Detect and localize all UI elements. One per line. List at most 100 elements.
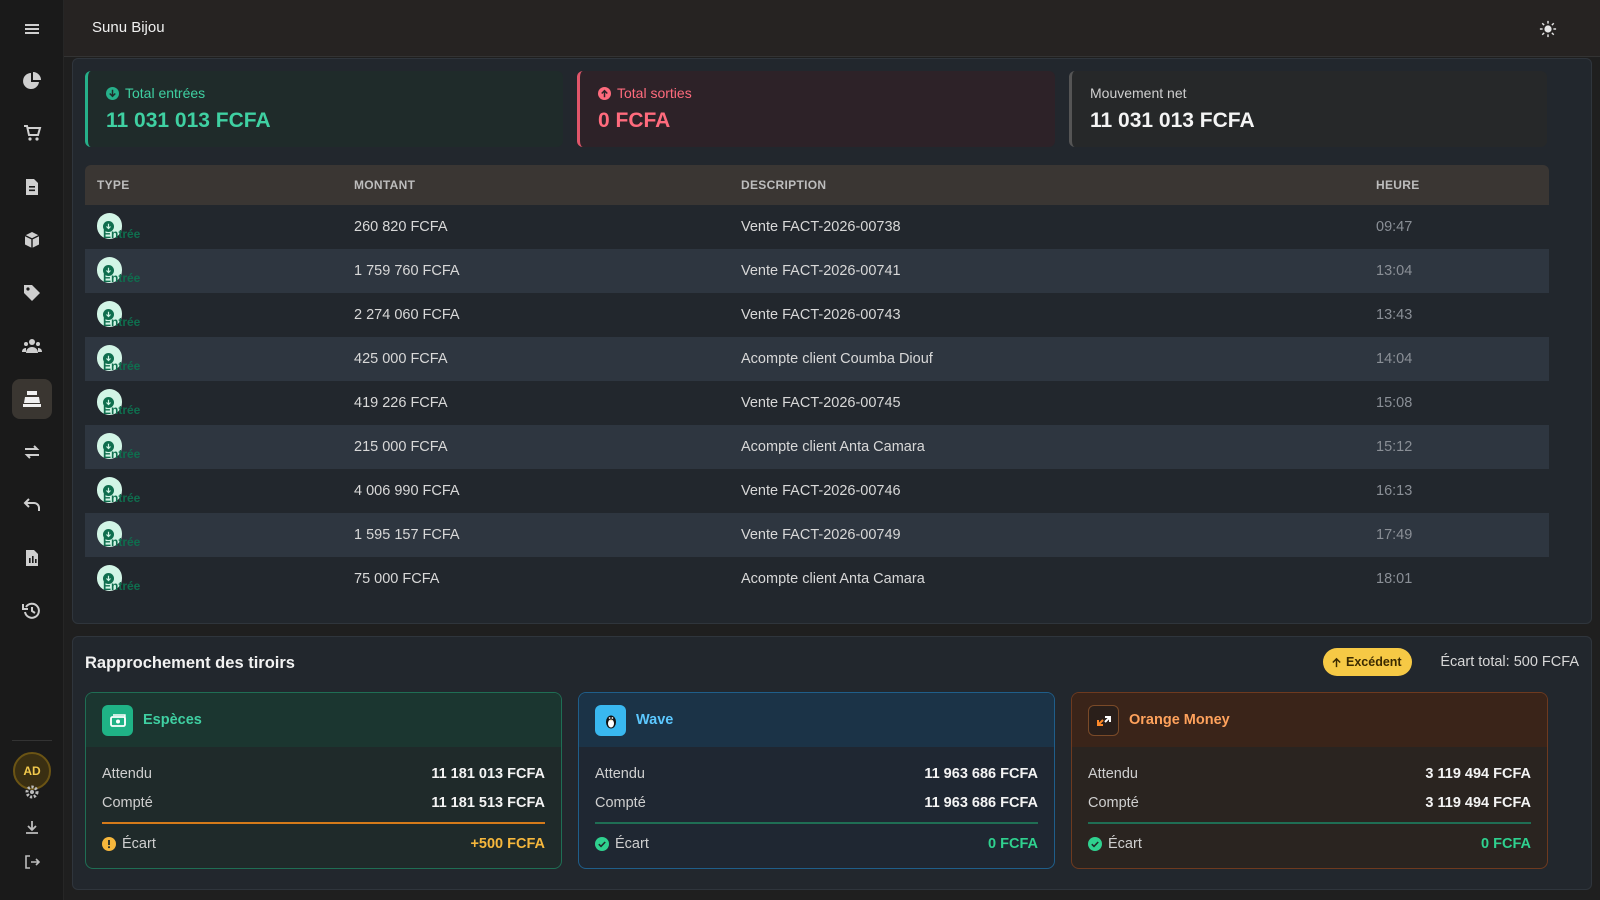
invoice-icon[interactable] — [12, 167, 52, 207]
menu-icon[interactable] — [12, 9, 52, 49]
counted-line: Compté 11 181 513 FCFA — [102, 795, 545, 811]
header-amount[interactable]: MONTANT — [354, 178, 415, 192]
warning-circle-icon — [102, 837, 116, 851]
table-row[interactable]: Entrée 260 820 FCFA Vente FACT-2026-00738 0… — [85, 205, 1549, 249]
entry-badge-label: Entrée — [103, 271, 141, 285]
counted-line: Compté 11 963 686 FCFA — [595, 795, 1038, 811]
row-description: Vente FACT-2026-00745 — [741, 395, 901, 411]
theme-toggle-sun-icon[interactable] — [1536, 17, 1560, 41]
arrow-up-circle-icon — [598, 86, 611, 100]
counted-label: Compté — [1088, 795, 1139, 811]
table-row[interactable]: Entrée 215 000 FCFA Acompte client Anta Ca… — [85, 425, 1549, 469]
table-row[interactable]: Entrée 1 759 760 FCFA Vente FACT-2026-0074… — [85, 249, 1549, 293]
transfer-icon[interactable] — [12, 432, 52, 472]
total-exits-label: Total sorties — [617, 85, 692, 101]
table-row[interactable]: Entrée 1 595 157 FCFA Vente FACT-2026-0074… — [85, 513, 1549, 557]
gap-label: Écart — [615, 836, 649, 852]
drawer-name: Wave — [636, 712, 674, 728]
expected-line: Attendu 11 963 686 FCFA — [595, 766, 1038, 782]
total-exits-value: 0 FCFA — [598, 109, 671, 132]
table-row[interactable]: Entrée 4 006 990 FCFA Vente FACT-2026-0074… — [85, 469, 1549, 513]
row-amount: 4 006 990 FCFA — [354, 483, 460, 499]
entry-badge: Entrée — [97, 345, 140, 373]
table-row[interactable]: Entrée 425 000 FCFA Acompte client Coumba … — [85, 337, 1549, 381]
expected-value: 11 181 013 FCFA — [431, 766, 545, 782]
report-icon[interactable] — [12, 538, 52, 578]
expected-line: Attendu 3 119 494 FCFA — [1088, 766, 1531, 782]
customers-icon[interactable] — [12, 326, 52, 366]
logout-icon[interactable] — [20, 850, 44, 874]
row-amount: 419 226 FCFA — [354, 395, 448, 411]
drawer-name: Espèces — [143, 712, 202, 728]
expected-label: Attendu — [102, 766, 152, 782]
reconciliation-title: Rapprochement des tiroirs — [85, 654, 295, 672]
table-row[interactable]: Entrée 419 226 FCFA Vente FACT-2026-00745 1… — [85, 381, 1549, 425]
app-title: Sunu Bijou — [92, 19, 165, 36]
entry-badge: Entrée — [97, 565, 140, 593]
movements-panel: Total entrées 11 031 013 FCFA Total sort… — [72, 58, 1592, 624]
wave-penguin-icon — [595, 705, 626, 736]
expected-line: Attendu 11 181 013 FCFA — [102, 766, 545, 782]
entry-badge: Entrée — [97, 257, 140, 285]
entry-badge: Entrée — [97, 213, 140, 241]
entry-badge: Entrée — [97, 477, 140, 505]
counted-value: 3 119 494 FCFA — [1425, 795, 1531, 811]
row-description: Vente FACT-2026-00749 — [741, 527, 901, 543]
entry-badge: Entrée — [97, 301, 140, 329]
counted-line: Compté 3 119 494 FCFA — [1088, 795, 1531, 811]
drawer-header: Wave — [579, 693, 1054, 747]
header-description[interactable]: DESCRIPTION — [741, 178, 826, 192]
row-description: Acompte client Anta Camara — [741, 571, 925, 587]
return-icon[interactable] — [12, 485, 52, 525]
drawer-divider — [595, 822, 1038, 824]
dashboard-pie-icon[interactable] — [12, 61, 52, 101]
row-time: 15:08 — [1376, 395, 1413, 411]
header-time[interactable]: HEURE — [1376, 178, 1420, 192]
topbar: Sunu Bijou — [64, 0, 1600, 57]
entry-badge-label: Entrée — [103, 447, 141, 461]
drawer-header: Orange Money — [1072, 693, 1547, 747]
sidebar: AD — [0, 0, 64, 900]
history-icon[interactable] — [12, 591, 52, 631]
table-row[interactable]: Entrée 2 274 060 FCFA Vente FACT-2026-0074… — [85, 293, 1549, 337]
box-icon[interactable] — [12, 220, 52, 260]
reconciliation-panel: Rapprochement des tiroirs Excédent Écart… — [72, 636, 1592, 890]
arrow-up-icon — [1332, 657, 1341, 667]
drawer-name: Orange Money — [1129, 712, 1230, 728]
drawer-orange-money: Orange Money Attendu 3 119 494 FCFA Compté 3… — [1071, 692, 1548, 869]
row-time: 17:49 — [1376, 527, 1413, 543]
row-time: 15:12 — [1376, 439, 1413, 455]
drawer-header: Espèces — [86, 693, 561, 747]
expected-value: 11 963 686 FCFA — [924, 766, 1038, 782]
arrow-down-circle-icon — [106, 86, 119, 100]
row-description: Vente FACT-2026-00741 — [741, 263, 901, 279]
row-amount: 425 000 FCFA — [354, 351, 448, 367]
tag-icon[interactable] — [12, 273, 52, 313]
drawer-especes: Espèces Attendu 11 181 013 FCFA Compté 11 18… — [85, 692, 562, 869]
counted-label: Compté — [595, 795, 646, 811]
row-amount: 215 000 FCFA — [354, 439, 448, 455]
movements-table: TYPE MONTANT DESCRIPTION HEURE Entrée 260… — [85, 165, 1549, 601]
gap-line: Écart 0 FCFA — [595, 836, 1038, 852]
row-description: Vente FACT-2026-00743 — [741, 307, 901, 323]
entry-badge-label: Entrée — [103, 359, 141, 373]
total-exits-card: Total sorties 0 FCFA — [577, 71, 1055, 147]
row-amount: 2 274 060 FCFA — [354, 307, 460, 323]
table-row[interactable]: Entrée 75 000 FCFA Acompte client Anta Cam… — [85, 557, 1549, 601]
settings-gear-icon[interactable] — [20, 780, 44, 804]
counted-value: 11 181 513 FCFA — [431, 795, 545, 811]
row-amount: 1 759 760 FCFA — [354, 263, 460, 279]
entry-badge: Entrée — [97, 521, 140, 549]
cash-register-icon[interactable] — [12, 379, 52, 419]
row-description: Vente FACT-2026-00746 — [741, 483, 901, 499]
row-amount: 1 595 157 FCFA — [354, 527, 460, 543]
net-movement-value: 11 031 013 FCFA — [1090, 109, 1255, 132]
cart-icon[interactable] — [12, 113, 52, 153]
drawer-divider — [1088, 822, 1531, 824]
download-icon[interactable] — [20, 815, 44, 839]
total-gap: Écart total: 500 FCFA — [1440, 654, 1579, 670]
check-circle-icon — [1088, 837, 1102, 851]
gap-label: Écart — [122, 836, 156, 852]
header-type[interactable]: TYPE — [97, 178, 130, 192]
row-description: Acompte client Anta Camara — [741, 439, 925, 455]
